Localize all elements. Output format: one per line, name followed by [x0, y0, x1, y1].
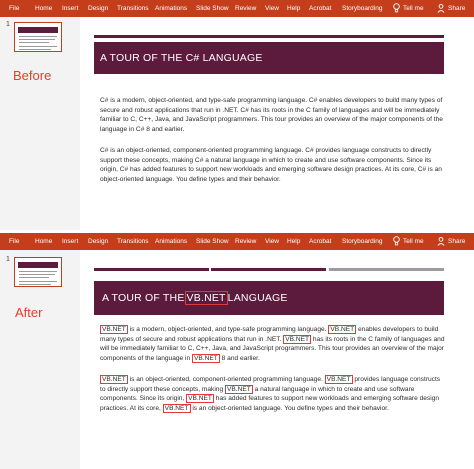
tab-home[interactable]: Home [35, 238, 52, 245]
tab-help[interactable]: Help [287, 238, 300, 245]
paragraph-2: C# is an object-oriented, component-orie… [100, 146, 442, 183]
replaced-text: VB.NET [162, 403, 191, 413]
replaced-text: VB.NET [100, 374, 128, 384]
accent-stripe-3 [329, 268, 444, 271]
tell-me-box[interactable]: Tell me [403, 238, 424, 245]
share-button[interactable]: Share [448, 5, 465, 12]
slide-title-suffix: LANGUAGE [227, 292, 288, 304]
tab-acrobat[interactable]: Acrobat [309, 5, 331, 12]
tab-help[interactable]: Help [287, 5, 300, 12]
paragraph-1: VB.NET is a modern, object-oriented, and… [100, 325, 447, 364]
text-run: is an object-oriented language. You defi… [190, 404, 389, 412]
tab-design[interactable]: Design [88, 238, 108, 245]
tab-file[interactable]: File [9, 5, 19, 12]
before-panel: 1 Before A TOUR OF THE C# LANGUAGE C# is… [0, 17, 474, 230]
lightbulb-icon[interactable] [393, 236, 400, 246]
tab-slide-show[interactable]: Slide Show [196, 5, 229, 12]
tab-insert[interactable]: Insert [62, 238, 78, 245]
lightbulb-icon[interactable] [393, 3, 400, 13]
replaced-text: VB.NET [192, 354, 220, 364]
replaced-text: VB.NET [324, 374, 353, 384]
tab-view[interactable]: View [265, 238, 279, 245]
tab-review[interactable]: Review [235, 5, 256, 12]
slide-body[interactable]: C# is a modern, object-oriented, and typ… [100, 96, 447, 196]
text-run: is an object-oriented, component-oriente… [127, 375, 325, 383]
after-panel: 1 After A TOUR OF THE VB.NET LANGUAGE VB… [0, 250, 474, 469]
thumbnail-pane: 1 After [0, 250, 80, 469]
slide-canvas[interactable]: A TOUR OF THE C# LANGUAGE C# is a modern… [80, 17, 474, 230]
tab-slide-show[interactable]: Slide Show [196, 238, 229, 245]
slide-title-prefix: A TOUR OF THE [102, 292, 185, 304]
share-button[interactable]: Share [448, 238, 465, 245]
accent-stripe-2 [211, 268, 326, 271]
replaced-text: VB.NET [328, 325, 357, 334]
tab-insert[interactable]: Insert [62, 5, 78, 12]
tab-view[interactable]: View [265, 5, 279, 12]
ribbon-after: File Home Insert Design Transitions Anim… [0, 233, 474, 250]
slide-number: 1 [6, 256, 10, 263]
tab-transitions[interactable]: Transitions [117, 5, 149, 12]
after-label: After [15, 305, 43, 320]
replaced-text: VB.NET [100, 325, 128, 334]
before-label: Before [13, 68, 52, 83]
tell-me-box[interactable]: Tell me [403, 5, 424, 12]
tab-review[interactable]: Review [235, 238, 256, 245]
slide-body[interactable]: VB.NET is a modern, object-oriented, and… [100, 325, 447, 425]
tab-home[interactable]: Home [35, 5, 52, 12]
paragraph-1: C# is a modern, object-oriented, and typ… [100, 97, 443, 134]
accent-stripe-1 [94, 268, 209, 271]
slide-number: 1 [6, 21, 10, 28]
share-icon[interactable] [437, 4, 445, 13]
text-run: is a modern, object-oriented, and type-s… [127, 326, 329, 333]
slide-canvas[interactable]: A TOUR OF THE VB.NET LANGUAGE VB.NET is … [80, 250, 474, 469]
tab-transitions[interactable]: Transitions [117, 238, 149, 245]
tab-file[interactable]: File [9, 238, 19, 245]
replaced-text: VB.NET [186, 394, 214, 404]
slide-thumbnail[interactable] [14, 22, 62, 52]
replaced-text: VB.NET [283, 334, 312, 344]
paragraph-2: VB.NET is an object-oriented, component-… [100, 374, 447, 414]
thumbnail-pane: 1 Before [0, 17, 80, 230]
slide-title-highlight: VB.NET [184, 291, 228, 305]
slide-thumbnail[interactable] [14, 257, 62, 287]
tab-storyboarding[interactable]: Storyboarding [342, 5, 382, 12]
slide-title: A TOUR OF THE C# LANGUAGE [100, 52, 263, 64]
tab-storyboarding[interactable]: Storyboarding [342, 238, 382, 245]
slide-title-bar[interactable]: A TOUR OF THE C# LANGUAGE [94, 42, 444, 74]
tab-design[interactable]: Design [88, 5, 108, 12]
accent-stripe [94, 35, 444, 38]
tab-animations[interactable]: Animations [155, 238, 187, 245]
tab-animations[interactable]: Animations [155, 5, 187, 12]
tab-acrobat[interactable]: Acrobat [309, 238, 331, 245]
text-run: 8 and earlier. [219, 355, 260, 363]
ribbon-before: File Home Insert Design Transitions Anim… [0, 0, 474, 17]
slide-title-bar[interactable]: A TOUR OF THE VB.NET LANGUAGE [94, 281, 444, 315]
share-icon[interactable] [437, 237, 445, 246]
replaced-text: VB.NET [224, 384, 253, 394]
